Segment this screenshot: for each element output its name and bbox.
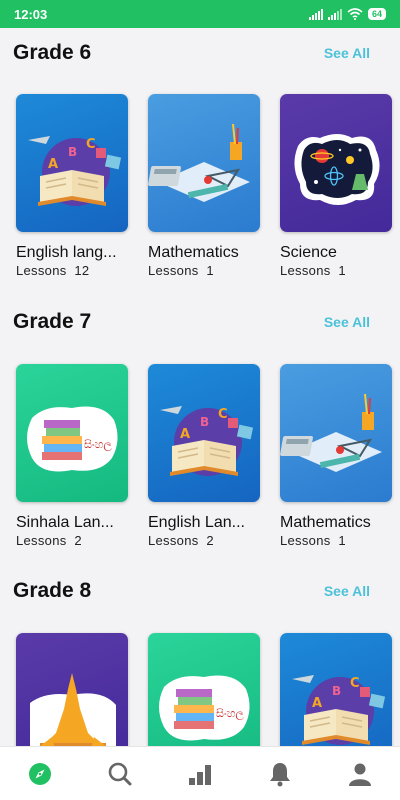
course-cards: සිංහල A B C bbox=[0, 633, 400, 746]
bell-icon bbox=[270, 762, 290, 786]
svg-text:B: B bbox=[68, 145, 77, 159]
compass-icon bbox=[29, 762, 51, 785]
signal-icon-2 bbox=[327, 8, 342, 20]
course-thumbnail: A B C bbox=[148, 364, 260, 502]
calculator-illustration bbox=[280, 393, 382, 472]
svg-text:A: A bbox=[312, 696, 322, 711]
course-card[interactable]: Mathematics Lessons 1 bbox=[280, 364, 392, 548]
course-title: Mathematics bbox=[148, 244, 239, 261]
science-illustration bbox=[294, 134, 380, 205]
course-thumbnail: සිංහල bbox=[16, 364, 128, 502]
course-title: Mathematics bbox=[280, 514, 371, 531]
sinhala-book-illustration: සිංහල bbox=[27, 406, 118, 472]
nav-stats[interactable] bbox=[180, 754, 220, 794]
course-thumbnail bbox=[148, 94, 260, 232]
svg-text:C: C bbox=[350, 676, 360, 691]
see-all-link[interactable]: See All bbox=[324, 45, 386, 61]
course-thumbnail: සිංහල bbox=[148, 633, 260, 746]
nav-notifications[interactable] bbox=[260, 754, 300, 794]
course-thumbnail: A B C bbox=[280, 633, 392, 746]
course-thumbnail bbox=[16, 633, 128, 746]
book-illustration: A B C bbox=[292, 675, 386, 745]
status-time: 12:03 bbox=[14, 6, 48, 22]
book-illustration: A B C bbox=[160, 406, 254, 476]
status-bar: 12:03 64 bbox=[0, 0, 400, 28]
svg-text:C: C bbox=[86, 137, 96, 152]
svg-text:A: A bbox=[48, 157, 58, 172]
course-card[interactable]: Mathematics Lessons 1 bbox=[148, 94, 260, 278]
course-thumbnail bbox=[280, 364, 392, 502]
section-title: Grade 6 bbox=[13, 41, 92, 64]
lesson-count: Lessons 1 bbox=[280, 263, 346, 278]
signal-icon bbox=[308, 8, 323, 20]
bar-chart-icon bbox=[189, 764, 211, 785]
status-icons: 64 bbox=[308, 8, 386, 20]
svg-text:B: B bbox=[332, 684, 341, 698]
svg-text:C: C bbox=[218, 407, 228, 422]
nav-search[interactable] bbox=[100, 754, 140, 794]
course-title: Science bbox=[280, 244, 337, 261]
course-title: English lang... bbox=[16, 244, 117, 261]
search-icon bbox=[108, 762, 132, 785]
course-thumbnail bbox=[280, 94, 392, 232]
course-card[interactable]: A B C bbox=[280, 633, 392, 746]
grade-section: Grade 6 See All A B C English lang... Le… bbox=[0, 38, 400, 294]
grade-section: Grade 7 See All සිංහල Sinhala Lan... Les… bbox=[0, 307, 400, 564]
course-title: Sinhala Lan... bbox=[16, 514, 114, 531]
lesson-count: Lessons 1 bbox=[148, 263, 214, 278]
section-header: Grade 8 See All bbox=[0, 576, 400, 606]
course-card[interactable]: Science Lessons 1 bbox=[280, 94, 392, 278]
lesson-count: Lessons 2 bbox=[16, 533, 82, 548]
lesson-count: Lessons 12 bbox=[16, 263, 90, 278]
lesson-count: Lessons 2 bbox=[148, 533, 214, 548]
book-illustration: A B C bbox=[28, 136, 122, 206]
course-thumbnail: A B C bbox=[16, 94, 128, 232]
course-card[interactable]: සිංහල bbox=[148, 633, 260, 746]
course-cards: A B C English lang... Lessons 12 Mathema… bbox=[0, 94, 400, 294]
svg-text:B: B bbox=[200, 415, 209, 429]
svg-text:A: A bbox=[180, 427, 190, 442]
sinhala-book-illustration: සිංහල bbox=[159, 675, 250, 741]
stupa-illustration bbox=[30, 673, 116, 746]
wifi-icon bbox=[347, 8, 363, 20]
course-card[interactable]: A B C English Lan... Lessons 2 bbox=[148, 364, 260, 548]
svg-text:සිංහල: සිංහල bbox=[216, 707, 244, 721]
calculator-illustration bbox=[148, 123, 250, 202]
course-card[interactable]: සිංහල Sinhala Lan... Lessons 2 bbox=[16, 364, 128, 548]
svg-text:සිංහල: සිංහල bbox=[84, 438, 112, 452]
section-header: Grade 7 See All bbox=[0, 307, 400, 337]
course-title: English Lan... bbox=[148, 514, 245, 531]
bottom-navigation bbox=[0, 746, 400, 800]
course-card[interactable]: A B C English lang... Lessons 12 bbox=[16, 94, 128, 278]
battery-icon: 64 bbox=[367, 8, 386, 20]
section-title: Grade 8 bbox=[13, 579, 92, 602]
lesson-count: Lessons 1 bbox=[280, 533, 346, 548]
see-all-link[interactable]: See All bbox=[324, 314, 386, 330]
section-title: Grade 7 bbox=[13, 310, 92, 333]
nav-profile[interactable] bbox=[340, 754, 380, 794]
see-all-link[interactable]: See All bbox=[324, 583, 386, 599]
nav-explore[interactable] bbox=[20, 754, 60, 794]
course-cards: සිංහල Sinhala Lan... Lessons 2 A B C Eng… bbox=[0, 364, 400, 564]
course-card[interactable] bbox=[16, 633, 128, 746]
course-list[interactable]: Grade 6 See All A B C English lang... Le… bbox=[0, 28, 400, 746]
grade-section: Grade 8 See All සිංහල A B C bbox=[0, 576, 400, 746]
section-header: Grade 6 See All bbox=[0, 38, 400, 68]
profile-icon bbox=[349, 763, 371, 786]
